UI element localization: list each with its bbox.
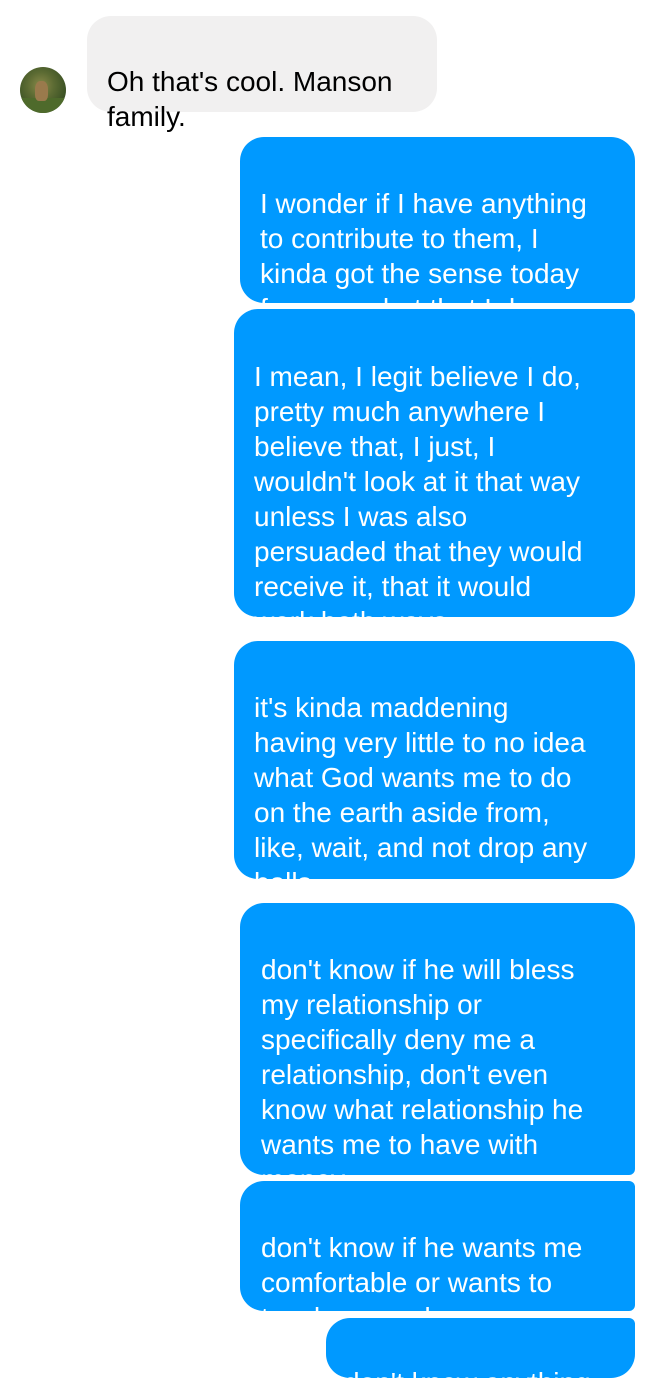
outgoing-message-bubble[interactable]: don't know if he will bless my relations… <box>240 903 635 1195</box>
contact-avatar[interactable] <box>20 67 66 113</box>
outgoing-message-bubble[interactable]: I mean, I legit believe I do, pretty muc… <box>234 309 635 637</box>
message-text: don't know anything <box>344 1367 591 1398</box>
message-text: don't know if he will bless my relations… <box>261 954 584 1195</box>
message-text: I wonder if I have anything to contribut… <box>260 188 587 324</box>
outgoing-message-bubble[interactable]: don't know anything <box>326 1318 635 1398</box>
outgoing-message-bubble[interactable]: don't know if he wants me comfortable or… <box>240 1181 635 1333</box>
outgoing-message-bubble[interactable]: it's kinda maddening having very little … <box>234 641 635 898</box>
message-text: it's kinda maddening having very little … <box>254 692 588 898</box>
avatar-figure <box>35 81 48 101</box>
incoming-message-bubble[interactable]: Oh that's cool. Manson family. <box>87 16 437 132</box>
message-text: I mean, I legit believe I do, pretty muc… <box>254 361 583 637</box>
message-text: Oh that's cool. Manson family. <box>107 66 393 132</box>
outgoing-message-bubble[interactable]: I wonder if I have anything to contribut… <box>240 137 635 324</box>
